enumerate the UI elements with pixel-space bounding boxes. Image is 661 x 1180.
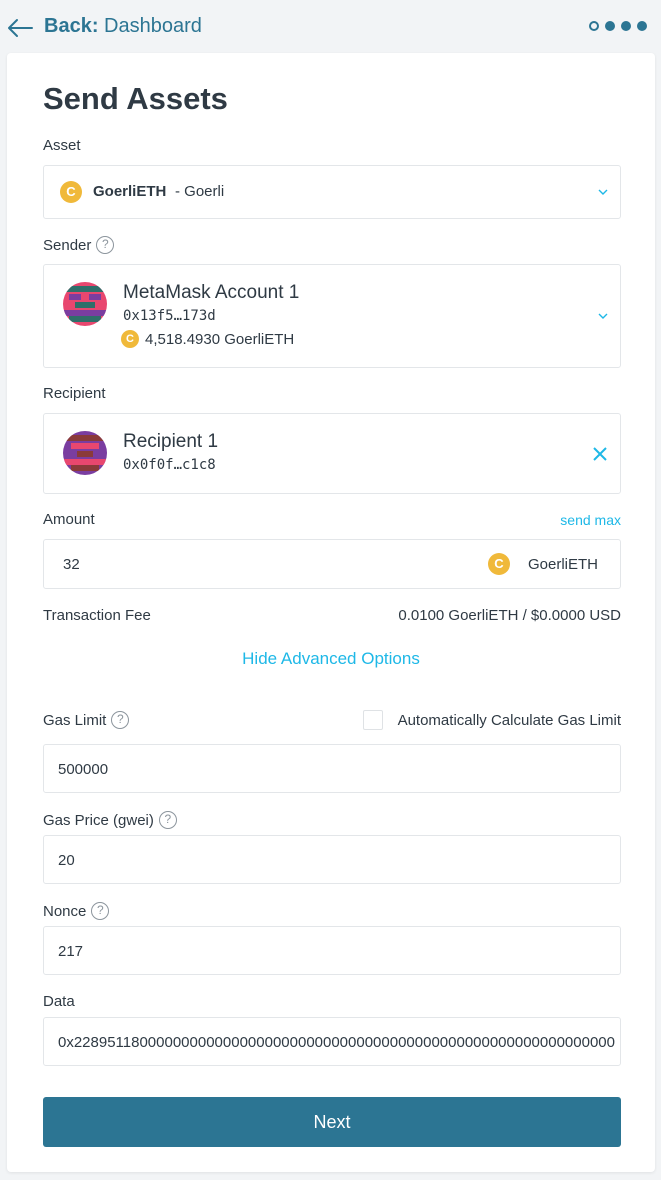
data-input[interactable]: 0x22895118000000000000000000000000000000… [43, 1017, 621, 1066]
sender-label: Sender ? [43, 236, 115, 254]
recipient-avatar [63, 431, 107, 475]
auto-gas-limit-checkbox[interactable] [362, 710, 383, 730]
asset-network: - Goerli [175, 183, 225, 200]
sender-balance: 4,518.4930 GoerliETH [145, 331, 295, 348]
sender-select[interactable]: MetaMask Account 1 0x13f5…173d 4,518.493… [43, 264, 621, 368]
asset-label-text: Asset [43, 137, 81, 154]
nonce-label: Nonce ? [43, 902, 110, 920]
gas-limit-help-icon[interactable]: ? [111, 711, 130, 729]
goerli-coin-icon [488, 553, 510, 575]
sender-help-icon[interactable]: ? [96, 236, 115, 254]
gas-price-value: 20 [58, 852, 75, 869]
back-arrow-icon[interactable] [6, 14, 34, 42]
nonce-value: 217 [58, 943, 84, 960]
step-indicator [589, 21, 647, 31]
hide-advanced-options-link[interactable]: Hide Advanced Options [7, 649, 655, 669]
nonce-label-text: Nonce [43, 902, 87, 920]
asset-select[interactable]: GoerliETH - Goerli [43, 165, 621, 219]
nonce-help-icon[interactable]: ? [91, 902, 110, 920]
goerli-coin-icon [121, 330, 139, 348]
next-button[interactable]: Next [43, 1097, 621, 1147]
gas-limit-label: Gas Limit ? [43, 711, 130, 729]
fee-label: Transaction Fee [43, 607, 151, 624]
data-label-text: Data [43, 993, 75, 1010]
recipient-label: Recipient [43, 385, 106, 402]
nonce-input[interactable]: 217 [43, 926, 621, 975]
top-bar: Back: Dashboard [0, 0, 661, 54]
page-title: Send Assets [43, 81, 228, 116]
step-dot [621, 21, 631, 31]
close-icon[interactable] [592, 446, 608, 462]
gas-price-label: Gas Price (gwei) ? [43, 811, 177, 829]
data-label: Data [43, 993, 75, 1010]
amount-unit: GoerliETH [528, 556, 599, 573]
recipient-address: 0x0f0f…c1c8 [123, 457, 216, 473]
step-dot-current [589, 21, 599, 31]
recipient-name: Recipient 1 [123, 431, 219, 452]
sender-name: MetaMask Account 1 [123, 282, 300, 303]
back-prefix: Back: [44, 15, 99, 37]
auto-gas-limit-label: Automatically Calculate Gas Limit [397, 711, 621, 729]
send-max-link[interactable]: send max [560, 512, 621, 528]
data-value: 0x22895118000000000000000000000000000000… [58, 1034, 615, 1051]
asset-symbol: GoerliETH [93, 183, 167, 200]
gas-limit-value: 500000 [58, 761, 109, 778]
recipient-label-text: Recipient [43, 385, 106, 402]
amount-input[interactable]: 32 GoerliETH [43, 539, 621, 589]
auto-gas-limit-option: Automatically Calculate Gas Limit [362, 710, 621, 730]
sender-address: 0x13f5…173d [123, 308, 216, 324]
chevron-down-icon[interactable] [596, 185, 610, 199]
amount-value: 32 [63, 556, 80, 573]
fee-value: 0.0100 GoerliETH / $0.0000 USD [398, 607, 621, 624]
gas-price-input[interactable]: 20 [43, 835, 621, 884]
fee-label-text: Transaction Fee [43, 607, 151, 624]
sender-avatar [63, 282, 107, 326]
step-dot [605, 21, 615, 31]
gas-price-label-text: Gas Price (gwei) [43, 811, 154, 829]
recipient-field[interactable]: Recipient 1 0x0f0f…c1c8 [43, 413, 621, 494]
amount-label: Amount [43, 511, 95, 528]
step-dot [637, 21, 647, 31]
gas-price-help-icon[interactable]: ? [158, 811, 177, 829]
gas-limit-input[interactable]: 500000 [43, 744, 621, 793]
send-form-card: Send Assets Asset GoerliETH - Goerli Sen… [7, 53, 655, 1172]
chevron-down-icon[interactable] [596, 309, 610, 323]
sender-label-text: Sender [43, 236, 92, 254]
amount-label-text: Amount [43, 511, 95, 528]
back-target: Dashboard [104, 15, 202, 37]
back-dashboard-link[interactable]: Back: Dashboard [44, 15, 202, 38]
asset-label: Asset [43, 137, 81, 154]
goerli-coin-icon [60, 181, 82, 203]
gas-limit-label-text: Gas Limit [43, 711, 107, 729]
